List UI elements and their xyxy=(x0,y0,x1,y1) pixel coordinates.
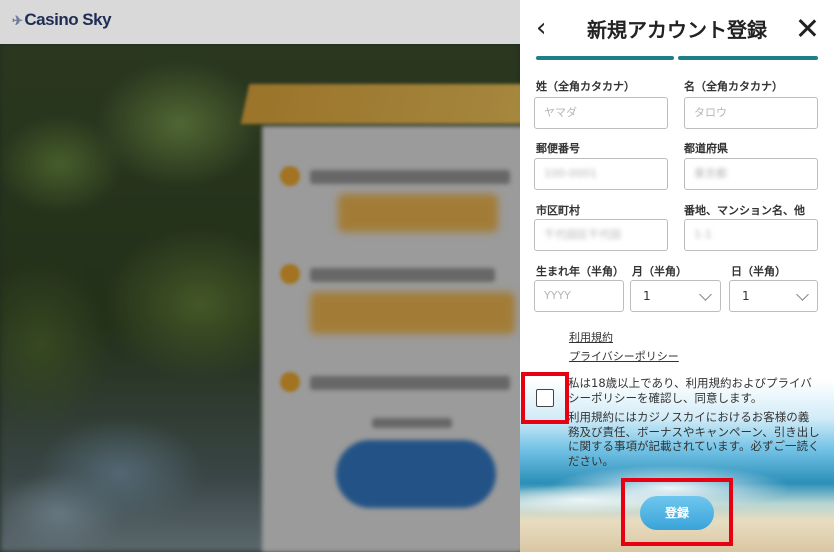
privacy-policy-link[interactable]: プライバシーポリシー xyxy=(569,348,679,364)
progress-step-1 xyxy=(536,56,674,60)
agreement-note: 利用規約にはカジノスカイにおけるお客様の義務及び責任、ボーナスやキャンペーン、引… xyxy=(568,410,820,468)
prefecture-label: 都道府県 xyxy=(684,142,728,155)
agreement-text: 私は18歳以上であり、利用規約およびプライバシーポリシーを確認し、同意します。 xyxy=(568,376,812,405)
background-page: ✈ Casino Sky xyxy=(0,0,520,552)
prefecture-input[interactable]: 東京都 xyxy=(684,158,818,190)
background-overlay[interactable] xyxy=(0,0,520,552)
birth-day-select[interactable]: 1 xyxy=(729,280,818,312)
last-name-label: 姓（全角カタカナ） xyxy=(536,80,635,93)
progress-step-2 xyxy=(678,56,818,60)
registration-modal: ‹ 新規アカウント登録 姓（全角カタカナ） ヤマダ 名（全角カタカナ） タロウ … xyxy=(520,0,834,552)
modal-header: ‹ 新規アカウント登録 xyxy=(520,0,834,56)
postal-code-label: 郵便番号 xyxy=(536,142,580,155)
chevron-down-icon xyxy=(699,288,712,301)
birth-month-label: 月（半角） xyxy=(632,265,687,278)
first-name-input[interactable]: タロウ xyxy=(684,97,818,129)
chevron-down-icon xyxy=(796,288,809,301)
checkbox-highlight-box xyxy=(521,372,569,424)
site-logo: ✈ Casino Sky xyxy=(12,10,112,29)
address-input[interactable]: 1-1 xyxy=(684,219,818,251)
logo-mark-icon: ✈ xyxy=(12,13,23,28)
terms-link[interactable]: 利用規約 xyxy=(569,329,613,345)
city-label: 市区町村 xyxy=(536,204,580,217)
birth-year-label: 生まれ年（半角） xyxy=(536,265,624,278)
first-name-label: 名（全角カタカナ） xyxy=(684,80,783,93)
birth-day-label: 日（半角） xyxy=(731,265,786,278)
postal-code-input[interactable]: 100-0001 xyxy=(534,158,668,190)
address-label: 番地、マンション名、他 xyxy=(684,204,805,217)
modal-title: 新規アカウント登録 xyxy=(587,18,767,42)
birth-year-input[interactable]: YYYY xyxy=(534,280,624,312)
last-name-input[interactable]: ヤマダ xyxy=(534,97,668,129)
close-icon[interactable] xyxy=(794,14,820,42)
birth-month-select[interactable]: 1 xyxy=(630,280,721,312)
city-input[interactable]: 千代田区千代田 xyxy=(534,219,668,251)
site-header: ✈ Casino Sky xyxy=(0,0,520,44)
register-highlight-box xyxy=(621,478,733,546)
